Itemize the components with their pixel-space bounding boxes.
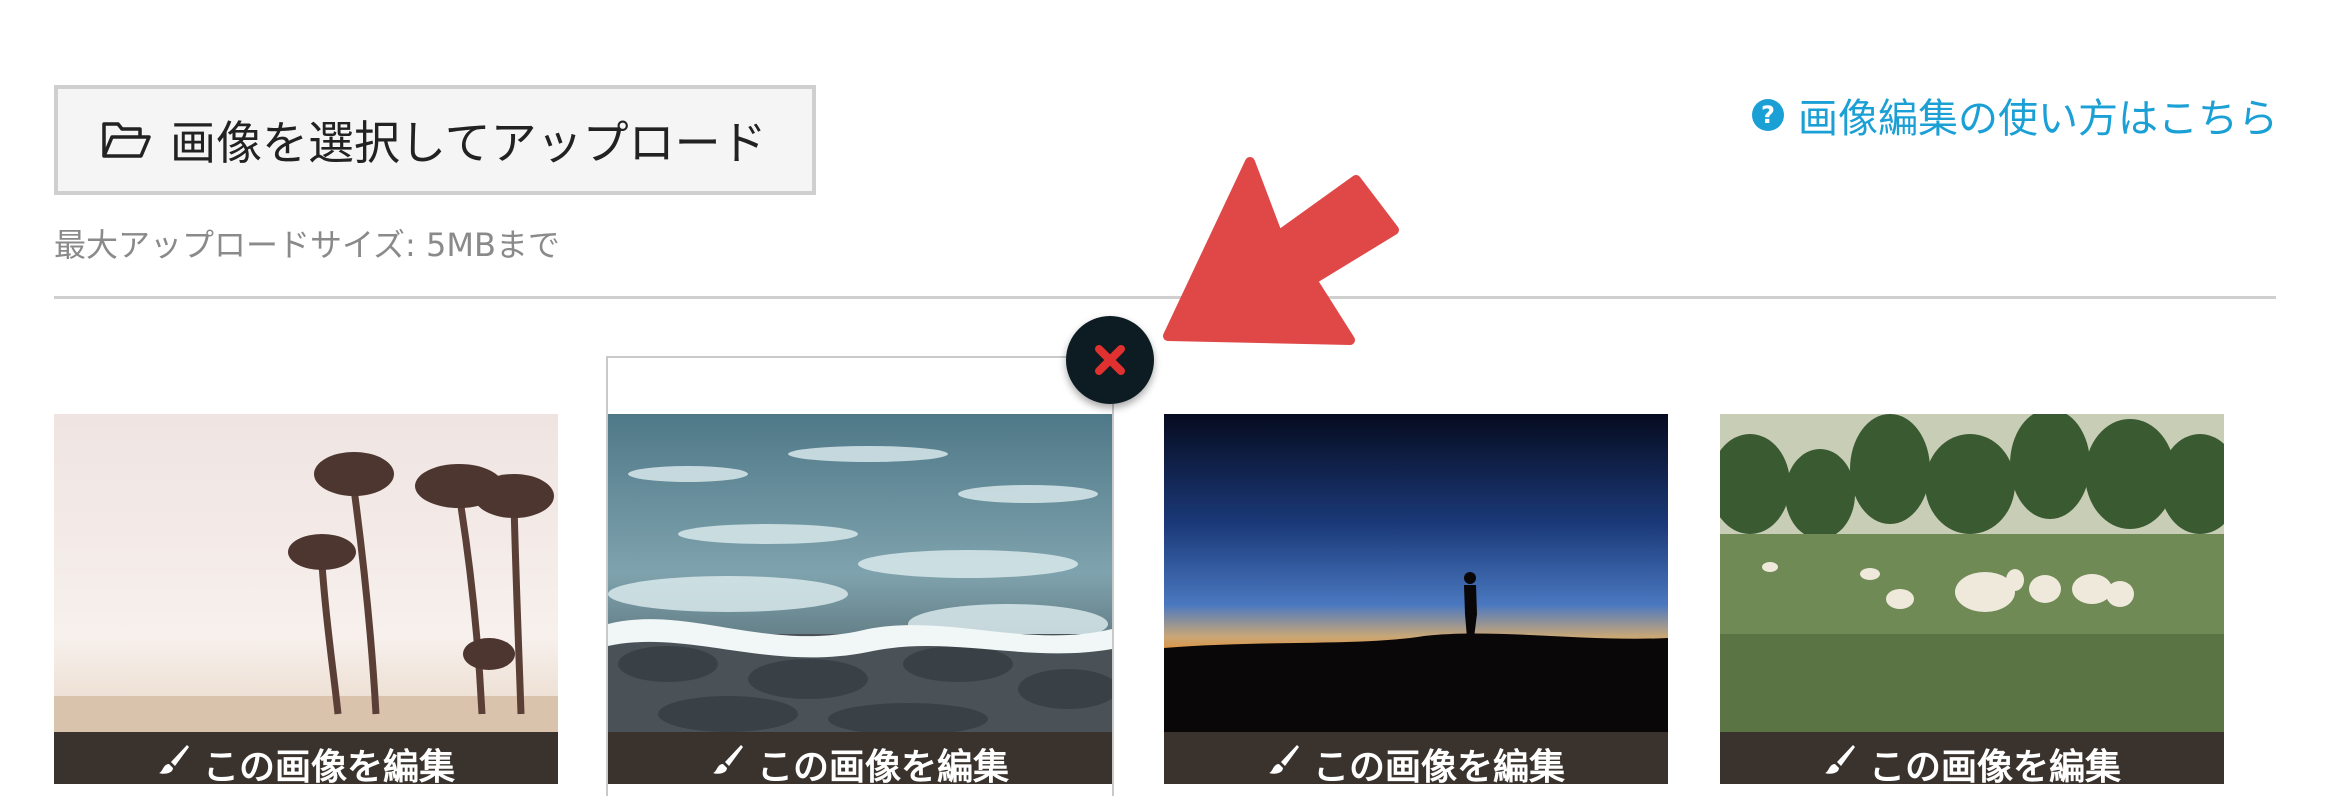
image-thumbnail — [608, 414, 1112, 732]
paintbrush-icon — [712, 745, 743, 774]
question-circle-icon: ? — [1752, 99, 1784, 131]
edit-image-button[interactable]: この画像を編集 — [54, 732, 558, 784]
paintbrush-icon — [158, 745, 189, 774]
edit-image-button[interactable]: この画像を編集 — [608, 732, 1112, 784]
help-link-label: 画像編集の使い方はこちら — [1798, 96, 2278, 142]
edit-image-label: この画像を編集 — [1312, 747, 1565, 784]
upload-button-label: 画像を選択してアップロード — [170, 116, 767, 170]
edit-image-label: この画像を編集 — [202, 747, 455, 784]
gallery-image-silhouette-dusk[interactable]: この画像を編集 — [1164, 414, 1668, 784]
edit-image-label: この画像を編集 — [1868, 747, 2121, 784]
max-upload-size-note: 最大アップロードサイズ: 5MBまで — [54, 226, 560, 264]
paintbrush-icon — [1268, 745, 1299, 774]
close-icon — [1095, 345, 1125, 375]
image-edit-help-link[interactable]: ? 画像編集の使い方はこちら — [1752, 86, 2278, 144]
edit-image-button[interactable]: この画像を編集 — [1720, 732, 2224, 784]
edit-image-button[interactable]: この画像を編集 — [1164, 732, 1668, 784]
annotation-arrow — [1163, 157, 1399, 345]
edit-image-label: この画像を編集 — [756, 747, 1009, 784]
paintbrush-icon — [1824, 745, 1855, 774]
gallery-image-sheep-meadow[interactable]: この画像を編集 — [1720, 414, 2224, 784]
upload-image-button[interactable]: 画像を選択してアップロード — [54, 85, 816, 195]
image-thumbnail — [1720, 414, 2224, 732]
remove-image-button[interactable] — [1066, 316, 1154, 404]
gallery-image-ocean-waves[interactable]: この画像を編集 — [608, 414, 1112, 784]
image-thumbnail — [54, 414, 558, 732]
image-thumbnail — [1164, 414, 1668, 732]
gallery-image-palm-trees[interactable]: この画像を編集 — [54, 414, 558, 784]
folder-open-icon — [102, 122, 151, 158]
